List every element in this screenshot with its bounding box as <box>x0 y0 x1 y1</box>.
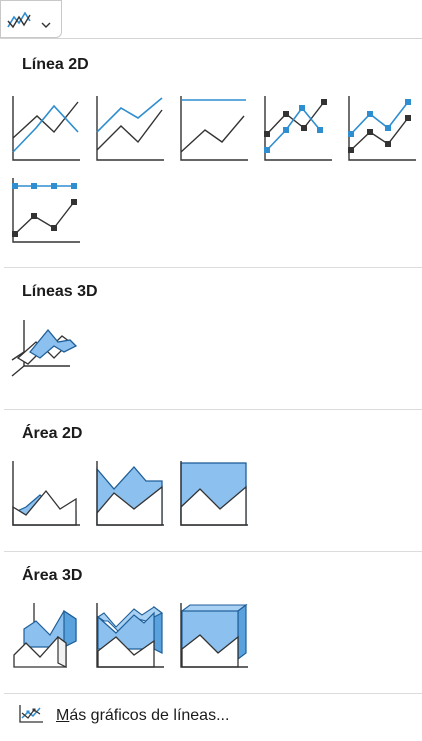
line-chart-option[interactable] <box>10 94 82 166</box>
separator <box>4 409 422 410</box>
100-stacked-line-chart-option[interactable] <box>178 94 250 166</box>
3d-stacked-area-chart-option[interactable] <box>94 601 166 673</box>
line-chart-icon <box>6 9 32 36</box>
100-stacked-line-with-markers-option[interactable] <box>10 176 82 248</box>
line-chart-icon <box>18 704 44 729</box>
line-chart-dropdown-button[interactable] <box>0 0 62 38</box>
section-title-line-3d: Líneas 3D <box>22 283 98 300</box>
stacked-line-with-markers-option[interactable] <box>346 94 418 166</box>
separator <box>4 693 422 694</box>
stacked-line-chart-option[interactable] <box>94 94 166 166</box>
separator <box>4 267 422 268</box>
section-title-area-2d: Área 2D <box>22 425 83 442</box>
section-title-area-3d: Área 3D <box>22 567 83 584</box>
3d-area-chart-option[interactable] <box>10 601 82 673</box>
more-line-charts-link[interactable]: Más gráficos de líneas... <box>18 703 229 729</box>
3d-line-chart-option[interactable] <box>10 316 82 388</box>
separator <box>4 551 422 552</box>
chevron-down-icon <box>41 16 51 34</box>
line-chart-gallery: Línea 2D Líneas 3D Área 2D Área 3D Más g… <box>0 38 422 741</box>
100-stacked-area-chart-option[interactable] <box>178 459 250 531</box>
area-chart-option[interactable] <box>10 459 82 531</box>
3d-100-stacked-area-chart-option[interactable] <box>178 601 250 673</box>
more-line-charts-label: Más gráficos de líneas... <box>56 707 230 724</box>
stacked-area-chart-option[interactable] <box>94 459 166 531</box>
section-title-line-2d: Línea 2D <box>22 56 89 73</box>
line-with-markers-option[interactable] <box>262 94 334 166</box>
